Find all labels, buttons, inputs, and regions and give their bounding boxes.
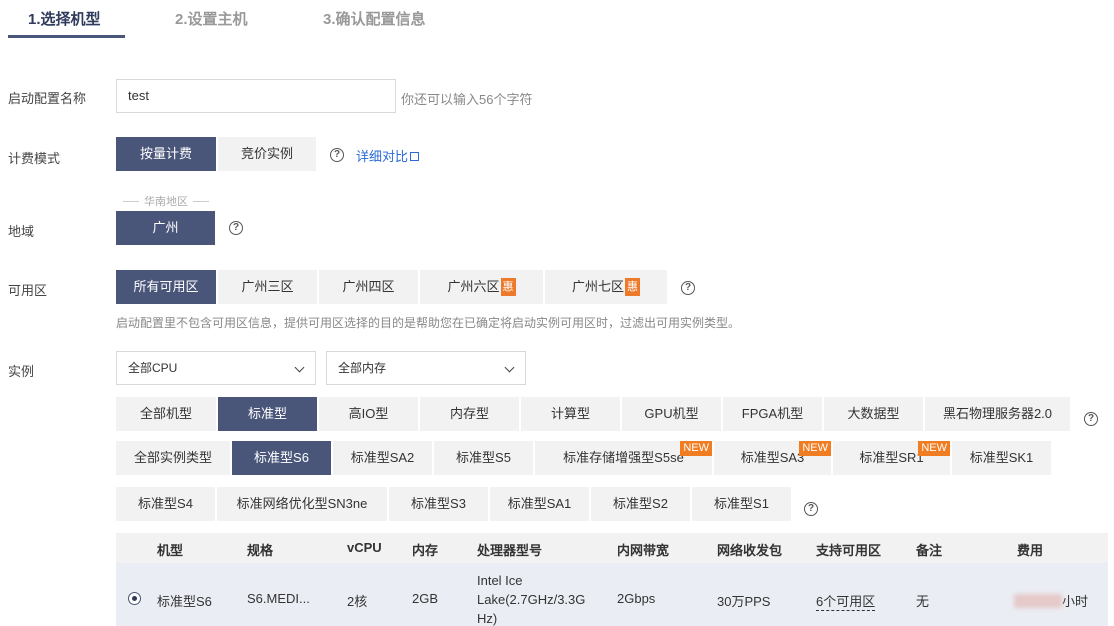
cell-bandwidth: 2Gbps: [617, 591, 656, 606]
cell-spec: S6.MEDI...: [247, 591, 310, 606]
instance-label: 实例: [8, 364, 35, 379]
new-badge: NEW: [799, 441, 831, 456]
chevron-down-icon: [294, 362, 305, 373]
billing-help-icon[interactable]: ?: [330, 148, 344, 162]
cell-cpu-model-line1: Intel Ice: [477, 573, 523, 588]
name-label: 启动配置名称: [8, 91, 87, 106]
external-link-icon: [410, 152, 420, 161]
family-compute[interactable]: 计算型: [521, 397, 622, 431]
type-s5[interactable]: 标准型S5: [434, 441, 535, 475]
cell-vcpu: 2核: [347, 594, 368, 609]
cell-cpu-model-line2: Lake(2.7GHz/3.3G: [477, 592, 586, 607]
type-sa2[interactable]: 标准型SA2: [333, 441, 434, 475]
billing-label: 计费模式: [8, 151, 61, 166]
cell-pps: 30万PPS: [717, 594, 771, 609]
memory-select[interactable]: 全部内存: [326, 351, 526, 385]
zone-help-icon[interactable]: ?: [681, 281, 695, 295]
billing-spot-button[interactable]: 竞价实例: [218, 137, 318, 171]
zone-gz4-button[interactable]: 广州四区: [319, 270, 420, 304]
type-help-icon[interactable]: ?: [804, 502, 818, 516]
cell-zones-link[interactable]: 6个可用区: [816, 591, 876, 611]
th-pps: 网络收发包: [717, 543, 783, 558]
type-s3[interactable]: 标准型S3: [389, 487, 490, 521]
zone-gz6-label: 广州六区: [447, 279, 500, 294]
name-input[interactable]: test: [116, 79, 396, 113]
zone-gz7-label: 广州七区: [571, 279, 624, 294]
billing-postpaid-button[interactable]: 按量计费: [116, 137, 218, 171]
type-s5se-label: 标准存储增强型S5se: [563, 450, 684, 465]
zone-all-button[interactable]: 所有可用区: [116, 270, 218, 304]
discount-badge: 惠: [625, 278, 640, 296]
row-radio[interactable]: [128, 592, 141, 605]
type-sn3ne[interactable]: 标准网络优化型SN3ne: [217, 487, 389, 521]
region-help-icon[interactable]: ?: [229, 221, 243, 235]
cpu-select[interactable]: 全部CPU: [116, 351, 316, 385]
chevron-down-icon: [504, 362, 515, 373]
type-sr1-label: 标准型SR1: [859, 450, 924, 465]
zone-label: 可用区: [8, 283, 48, 298]
family-bigdata[interactable]: 大数据型: [824, 397, 925, 431]
th-bandwidth: 内网带宽: [617, 543, 670, 558]
type-s1[interactable]: 标准型S1: [692, 487, 793, 521]
cell-note: 无: [916, 594, 930, 609]
cell-price: 小时: [1014, 591, 1088, 610]
step-3[interactable]: 3.确认配置信息: [323, 8, 426, 29]
new-badge: NEW: [680, 441, 712, 456]
active-step-indicator: [8, 35, 125, 38]
memory-select-value: 全部内存: [338, 361, 387, 375]
new-badge: NEW: [918, 441, 950, 456]
family-fpga[interactable]: FPGA机型: [723, 397, 824, 431]
cell-model: 标准型S6: [157, 594, 212, 609]
type-s4[interactable]: 标准型S4: [116, 487, 217, 521]
th-vcpu: vCPU: [347, 540, 382, 555]
region-label: 地域: [8, 224, 35, 239]
cell-cpu-model-line3: Hz): [477, 611, 498, 626]
table-header: 机型 规格 vCPU 内存 处理器型号 内网带宽 网络收发包 支持可用区 备注 …: [116, 533, 1108, 563]
type-sr1[interactable]: 标准型SR1 NEW: [833, 441, 952, 475]
family-high-io[interactable]: 高IO型: [319, 397, 420, 431]
family-gpu[interactable]: GPU机型: [622, 397, 723, 431]
discount-badge: 惠: [500, 278, 516, 296]
th-zones: 支持可用区: [816, 543, 882, 558]
region-guangzhou-button[interactable]: 广州: [116, 211, 217, 245]
type-s6[interactable]: 标准型S6: [232, 441, 333, 475]
type-sa3-label: 标准型SA3: [740, 450, 805, 465]
type-sk1[interactable]: 标准型SK1: [952, 441, 1053, 475]
blurred-price: [1014, 594, 1062, 608]
th-model: 机型: [157, 543, 184, 558]
type-s5se[interactable]: 标准存储增强型S5se NEW: [535, 441, 714, 475]
region-group-caption: 华南地区: [116, 193, 216, 209]
compare-link[interactable]: 详细对比: [356, 146, 420, 165]
type-s2[interactable]: 标准型S2: [591, 487, 692, 521]
family-standard[interactable]: 标准型: [218, 397, 319, 431]
compare-link-text[interactable]: 详细对比: [356, 149, 408, 164]
type-all[interactable]: 全部实例类型: [116, 441, 232, 475]
price-unit: 小时: [1062, 594, 1089, 609]
cell-memory: 2GB: [412, 591, 439, 606]
zone-hint: 启动配置里不包含可用区信息，提供可用区选择的目的是帮助您在已确定将启动实例可用区…: [116, 316, 741, 330]
region-group-caption-text: 华南地区: [144, 196, 188, 208]
th-note: 备注: [916, 543, 943, 558]
type-sa1[interactable]: 标准型SA1: [490, 487, 591, 521]
family-bare-metal[interactable]: 黑石物理服务器2.0: [925, 397, 1072, 431]
th-spec: 规格: [247, 543, 274, 558]
th-memory: 内存: [412, 543, 439, 558]
zone-gz6-button[interactable]: 广州六区惠: [420, 270, 545, 304]
zone-gz3-button[interactable]: 广州三区: [218, 270, 319, 304]
cpu-select-value: 全部CPU: [128, 361, 178, 375]
step-1[interactable]: 1.选择机型: [28, 8, 101, 29]
family-memory[interactable]: 内存型: [420, 397, 521, 431]
step-2[interactable]: 2.设置主机: [175, 8, 248, 29]
family-all[interactable]: 全部机型: [116, 397, 218, 431]
th-price: 费用: [1017, 543, 1044, 558]
th-cpu-model: 处理器型号: [477, 543, 543, 558]
family-help-icon[interactable]: ?: [1084, 412, 1098, 426]
table-row[interactable]: 标准型S6 S6.MEDI... 2核 2GB Intel Ice Lake(2…: [116, 563, 1108, 626]
type-sa3[interactable]: 标准型SA3 NEW: [714, 441, 833, 475]
zone-gz7-button[interactable]: 广州七区惠: [545, 270, 669, 304]
name-hint: 你还可以输入56个字符: [401, 92, 533, 107]
cell-cpu-model: Intel Ice Lake(2.7GHz/3.3G Hz): [477, 571, 585, 626]
